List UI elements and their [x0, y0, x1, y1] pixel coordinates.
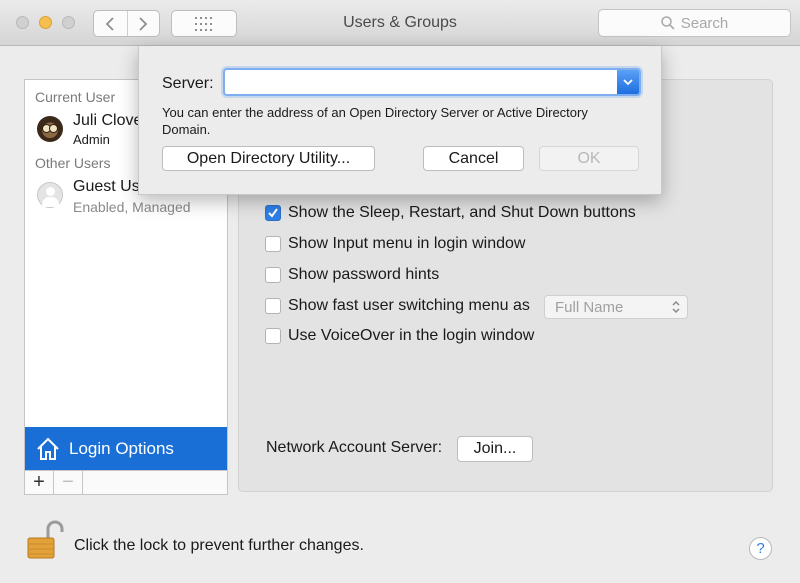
search-field[interactable]: Search — [598, 9, 791, 37]
popup-value: Full Name — [555, 298, 624, 316]
user-role: Admin — [73, 132, 110, 147]
option-label: Show fast user switching menu as — [288, 297, 530, 314]
sidebar-item-label: Login Options — [69, 438, 174, 458]
search-placeholder: Search — [680, 14, 729, 32]
guest-avatar — [37, 182, 63, 208]
checkbox[interactable] — [265, 236, 281, 252]
user-name: Guest Us — [73, 178, 140, 195]
search-icon — [660, 16, 675, 30]
open-directory-utility-button[interactable]: Open Directory Utility... — [162, 146, 375, 171]
cancel-button[interactable]: Cancel — [423, 146, 524, 171]
remove-user-button[interactable]: − — [54, 471, 83, 494]
user-status: Enabled, Managed — [73, 199, 191, 215]
ok-button[interactable]: OK — [539, 146, 639, 171]
chevron-down-icon — [623, 79, 633, 86]
help-button[interactable]: ? — [749, 537, 772, 560]
checkbox-checked[interactable] — [265, 205, 281, 221]
checkmark-icon — [268, 208, 278, 218]
house-icon — [35, 436, 61, 462]
server-combo-box[interactable] — [223, 68, 641, 96]
checkbox[interactable] — [265, 267, 281, 283]
server-sheet: Server: You can enter the address of an … — [138, 46, 662, 195]
list-actions-bar: + − — [24, 471, 228, 495]
option-show-input-menu[interactable]: Show Input menu in login window — [265, 235, 525, 253]
join-button[interactable]: Join... — [457, 436, 533, 462]
option-voiceover[interactable]: Use VoiceOver in the login window — [265, 327, 534, 345]
option-label: Show Input menu in login window — [288, 235, 526, 252]
updown-arrows-icon — [672, 300, 680, 314]
option-label: Show the Sleep, Restart, and Shut Down b… — [288, 204, 636, 221]
checkbox[interactable] — [265, 328, 281, 344]
option-fast-user-switching[interactable]: Show fast user switching menu as — [265, 297, 530, 315]
sidebar-item-login-options[interactable]: Login Options — [25, 427, 227, 470]
combo-dropdown-button[interactable] — [617, 70, 639, 94]
other-users-heading: Other Users — [35, 155, 111, 171]
fast-switch-popup[interactable]: Full Name — [544, 295, 688, 319]
option-show-sleep-restart[interactable]: Show the Sleep, Restart, and Shut Down b… — [265, 204, 636, 222]
user-name: Juli Clove — [73, 112, 143, 129]
add-user-button[interactable]: + — [25, 471, 54, 494]
current-user-heading: Current User — [35, 89, 116, 105]
option-label: Show password hints — [288, 266, 440, 283]
option-show-password-hints[interactable]: Show password hints — [265, 266, 439, 284]
checkbox[interactable] — [265, 298, 281, 314]
lock-message: Click the lock to prevent further change… — [74, 537, 364, 554]
owl-avatar — [37, 116, 63, 142]
network-account-label: Network Account Server: — [266, 439, 443, 456]
server-input[interactable] — [229, 73, 609, 91]
title-bar: Users & Groups Search — [0, 0, 800, 46]
lock-open-icon[interactable] — [24, 518, 64, 560]
server-label: Server: — [162, 75, 214, 92]
option-label: Use VoiceOver in the login window — [288, 327, 535, 344]
server-help-text: You can enter the address of an Open Dir… — [162, 105, 588, 137]
